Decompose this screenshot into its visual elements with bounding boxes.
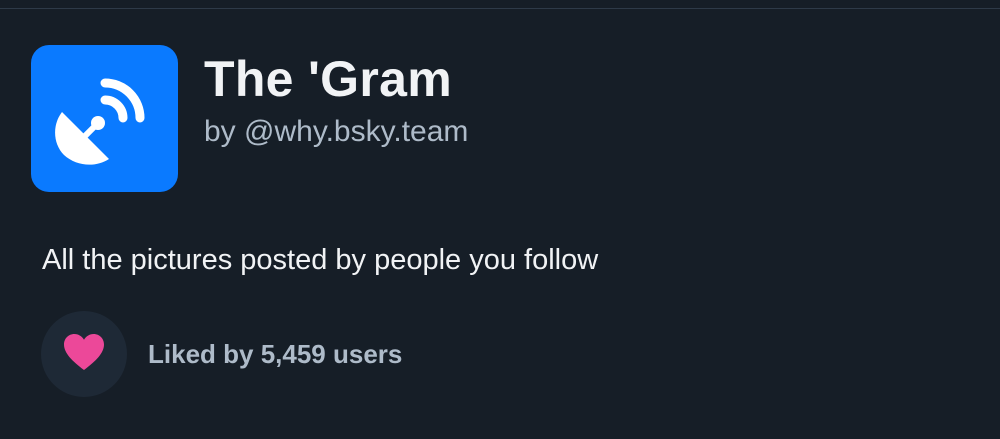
feed-description: All the pictures posted by people you fo…: [42, 244, 599, 276]
feed-avatar: [31, 45, 178, 192]
feed-author[interactable]: by @why.bsky.team: [204, 112, 468, 152]
top-divider: [0, 0, 1000, 9]
feed-title: The 'Gram: [204, 51, 452, 107]
heart-icon: [62, 332, 106, 377]
like-button[interactable]: [41, 311, 127, 397]
likes-count[interactable]: Liked by 5,459 users: [148, 336, 402, 372]
satellite-dish-icon: [31, 45, 178, 192]
